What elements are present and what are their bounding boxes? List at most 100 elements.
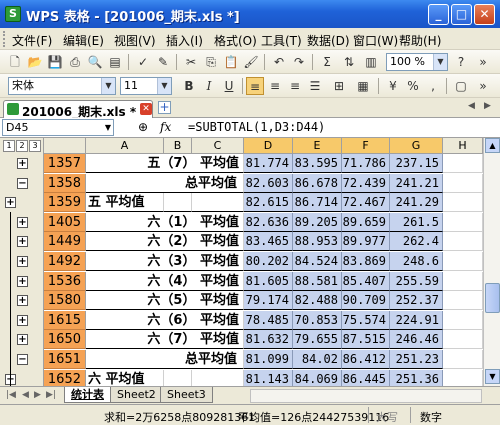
value-cell-f[interactable]: 71.786 bbox=[342, 154, 390, 173]
underline-button[interactable]: U bbox=[220, 77, 238, 95]
empty-cell[interactable] bbox=[164, 370, 192, 386]
value-cell-h[interactable] bbox=[443, 232, 483, 251]
column-header-h[interactable]: H bbox=[443, 138, 483, 154]
label-cell[interactable]: 六（7） 平均值 bbox=[86, 330, 244, 349]
outline-level-2-button[interactable]: 2 bbox=[16, 140, 28, 152]
outline-level-1-button[interactable]: 1 bbox=[3, 140, 15, 152]
label-cell[interactable]: 五（7） 平均值 bbox=[86, 154, 244, 173]
empty-cell[interactable] bbox=[164, 193, 192, 212]
menu-edit[interactable]: 编辑(E) bbox=[63, 32, 104, 49]
search-icon[interactable]: ⊕ bbox=[138, 120, 148, 134]
value-cell-e[interactable]: 89.205 bbox=[293, 213, 342, 232]
empty-cell[interactable] bbox=[192, 370, 244, 386]
tab-scroll-right-icon[interactable]: ▶ bbox=[484, 101, 491, 111]
label-cell[interactable]: 六（5） 平均值 bbox=[86, 291, 244, 310]
zoom-combo[interactable]: 100 % ▼ bbox=[386, 53, 448, 71]
vertical-scrollbar[interactable]: ▲ ▼ bbox=[483, 138, 500, 386]
row-header[interactable]: 1357 bbox=[44, 154, 86, 173]
new-tab-icon[interactable]: + bbox=[158, 101, 171, 114]
sheet-tab-stats[interactable]: 统计表 bbox=[64, 387, 111, 403]
value-cell-g[interactable]: 255.59 bbox=[390, 272, 443, 291]
value-cell-e[interactable]: 86.714 bbox=[293, 193, 342, 212]
row-header[interactable]: 1652 bbox=[44, 370, 86, 386]
value-cell-h[interactable] bbox=[443, 311, 483, 330]
column-header-g[interactable]: G bbox=[390, 138, 443, 154]
value-cell-f[interactable]: 72.467 bbox=[342, 193, 390, 212]
table-style-icon[interactable]: ▦ bbox=[354, 77, 372, 95]
row-header[interactable]: 1359 bbox=[44, 193, 86, 212]
chevron-down-icon[interactable]: ▼ bbox=[101, 78, 115, 94]
menu-window[interactable]: 窗口(W) bbox=[353, 32, 398, 49]
value-cell-f[interactable]: 90.709 bbox=[342, 291, 390, 310]
justify-icon[interactable]: ☰ bbox=[306, 77, 324, 95]
value-cell-h[interactable] bbox=[443, 193, 483, 212]
value-cell-d[interactable]: 82.603 bbox=[244, 174, 293, 193]
label-cell[interactable]: 总平均值 bbox=[86, 174, 244, 193]
column-header-b[interactable]: B bbox=[164, 138, 192, 154]
value-cell-e[interactable]: 83.595 bbox=[293, 154, 342, 173]
value-cell-h[interactable] bbox=[443, 154, 483, 173]
value-cell-g[interactable]: 251.36 bbox=[390, 370, 443, 386]
save-icon[interactable]: 💾 bbox=[46, 53, 64, 71]
value-cell-d[interactable]: 83.465 bbox=[244, 232, 293, 251]
currency-icon[interactable]: ¥ bbox=[384, 77, 402, 95]
chevron-down-icon[interactable]: ▼ bbox=[157, 78, 171, 94]
close-button[interactable]: ✕ bbox=[474, 4, 495, 25]
research-icon[interactable]: ✎ bbox=[154, 53, 172, 71]
value-cell-h[interactable] bbox=[443, 174, 483, 193]
value-cell-f[interactable]: 87.515 bbox=[342, 330, 390, 349]
comma-style-icon[interactable]: , bbox=[424, 77, 442, 95]
first-sheet-icon[interactable]: |◀ bbox=[6, 390, 16, 400]
value-cell-e[interactable]: 86.678 bbox=[293, 174, 342, 193]
row-header[interactable]: 1580 bbox=[44, 291, 86, 310]
row-header[interactable]: 1536 bbox=[44, 272, 86, 291]
value-cell-e[interactable]: 84.524 bbox=[293, 252, 342, 271]
tab-scroll-left-icon[interactable]: ◀ bbox=[468, 101, 475, 111]
expand-group-icon[interactable]: + bbox=[5, 197, 16, 208]
value-cell-e[interactable]: 70.853 bbox=[293, 311, 342, 330]
font-size-combo[interactable]: 11 ▼ bbox=[120, 77, 172, 95]
sort-icon[interactable]: ⇅ bbox=[340, 53, 358, 71]
expand-group-icon[interactable]: + bbox=[17, 315, 28, 326]
formula-input[interactable]: =SUBTOTAL(1,D3:D44) bbox=[188, 120, 325, 134]
value-cell-d[interactable]: 78.485 bbox=[244, 311, 293, 330]
export-pdf-icon[interactable]: ▤ bbox=[106, 53, 124, 71]
chevron-down-icon[interactable]: ▼ bbox=[105, 120, 111, 135]
label-cell[interactable]: 五 平均值 bbox=[86, 193, 164, 212]
menu-view[interactable]: 视图(V) bbox=[114, 32, 156, 49]
column-header-a[interactable]: A bbox=[86, 138, 164, 154]
value-cell-d[interactable]: 80.202 bbox=[244, 252, 293, 271]
wps-app-icon[interactable]: S bbox=[5, 6, 21, 22]
sheet-tab-sheet2[interactable]: Sheet2 bbox=[110, 387, 163, 403]
row-header[interactable]: 1405 bbox=[44, 213, 86, 232]
sheet-tab-sheet3[interactable]: Sheet3 bbox=[160, 387, 213, 403]
menubar-grip[interactable] bbox=[3, 31, 6, 47]
scroll-up-icon[interactable]: ▲ bbox=[485, 138, 500, 153]
value-cell-e[interactable]: 79.655 bbox=[293, 330, 342, 349]
value-cell-g[interactable]: 237.15 bbox=[390, 154, 443, 173]
value-cell-g[interactable]: 224.91 bbox=[390, 311, 443, 330]
value-cell-g[interactable]: 262.4 bbox=[390, 232, 443, 251]
value-cell-g[interactable]: 246.46 bbox=[390, 330, 443, 349]
toolbar-overflow-icon[interactable]: » bbox=[474, 53, 492, 71]
menu-insert[interactable]: 插入(I) bbox=[166, 32, 203, 49]
value-cell-e[interactable]: 82.488 bbox=[293, 291, 342, 310]
value-cell-d[interactable]: 82.615 bbox=[244, 193, 293, 212]
row-header[interactable]: 1615 bbox=[44, 311, 86, 330]
value-cell-e[interactable]: 84.069 bbox=[293, 370, 342, 386]
column-header-c[interactable]: C bbox=[192, 138, 244, 154]
scroll-down-icon[interactable]: ▼ bbox=[485, 369, 500, 384]
label-cell[interactable]: 六（4） 平均值 bbox=[86, 272, 244, 291]
value-cell-d[interactable]: 81.099 bbox=[244, 350, 293, 369]
italic-button[interactable]: I bbox=[200, 77, 218, 95]
paste-icon[interactable]: 📋 bbox=[222, 53, 240, 71]
redo-icon[interactable]: ↷ bbox=[290, 53, 308, 71]
value-cell-f[interactable]: 72.439 bbox=[342, 174, 390, 193]
print-preview-icon[interactable]: 🔍 bbox=[86, 53, 104, 71]
value-cell-e[interactable]: 84.02 bbox=[293, 350, 342, 369]
expand-group-icon[interactable]: + bbox=[17, 334, 28, 345]
spellcheck-icon[interactable]: ✓ bbox=[134, 53, 152, 71]
new-file-icon[interactable]: 🗋 bbox=[6, 53, 24, 71]
label-cell[interactable]: 六（1） 平均值 bbox=[86, 213, 244, 232]
menu-help[interactable]: 帮助(H) bbox=[399, 32, 441, 49]
